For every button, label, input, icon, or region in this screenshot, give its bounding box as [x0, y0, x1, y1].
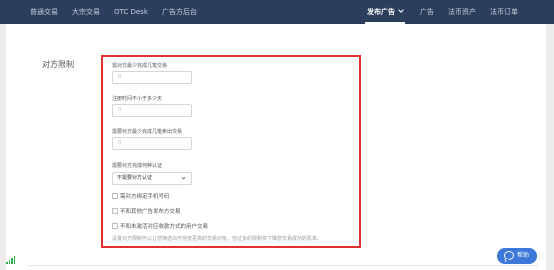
chevron-down-icon	[398, 7, 404, 13]
top-navigation: 普通交易 大宗交易 OTC Desk 广告方后台 发布广告 广告 法币资产 法币…	[0, 0, 554, 24]
chevron-down-icon	[181, 175, 186, 180]
kyc-select[interactable]: 不需要对方认证	[112, 172, 192, 185]
checkbox[interactable]	[112, 208, 118, 214]
checkbox[interactable]	[112, 193, 118, 199]
kyc-select-value: 不需要对方认证	[117, 175, 153, 181]
checkbox[interactable]	[112, 223, 118, 229]
nav-item-ads[interactable]: 广告	[420, 0, 434, 24]
help-button-label: 帮助	[517, 252, 530, 259]
section-title: 对方限制	[42, 60, 74, 69]
help-button[interactable]: 帮助	[497, 248, 537, 264]
min-sells-input[interactable]: 0	[112, 137, 192, 150]
nav-item-post-ad-label: 发布广告	[367, 8, 395, 16]
checkbox-label: 不和未激活对应收款方式的用户交易	[120, 224, 209, 230]
checkbox-label: 需对方绑定手机号码	[120, 194, 170, 200]
nav-item-post-ad[interactable]: 发布广告	[367, 0, 404, 24]
nav-item-fiat-assets[interactable]: 法币资产	[448, 0, 476, 24]
kyc-label: 需要对方完成何种认证	[112, 163, 163, 169]
registered-days-label: 注册时间不小于多少天	[112, 96, 163, 102]
nav-item-advertiser-backend[interactable]: 广告方后台	[162, 0, 197, 24]
checkbox-label: 不和其他广告发布方交易	[120, 209, 181, 215]
min-trades-label: 需对方最少完成几笔交易	[112, 63, 168, 69]
signal-icon	[6, 256, 15, 264]
section-divider	[28, 265, 538, 266]
registered-days-input[interactable]: 0	[112, 104, 192, 117]
nav-item-fiat-orders[interactable]: 法币订单	[490, 0, 518, 24]
min-sells-label: 需要对方最少完成几笔卖出交易	[112, 129, 183, 135]
nav-item-normal-trade[interactable]: 普通交易	[30, 0, 58, 24]
min-trades-input[interactable]: 0	[112, 71, 192, 84]
chat-bubble-icon	[504, 251, 514, 260]
restriction-note: 设置对方限制可以让您筛选出可信度更高的交易对象，但过多的限制将下降您交易成功的机…	[112, 236, 323, 242]
nav-item-block-trade[interactable]: 大宗交易	[72, 0, 100, 24]
nav-item-otc-desk[interactable]: OTC Desk	[114, 0, 148, 24]
